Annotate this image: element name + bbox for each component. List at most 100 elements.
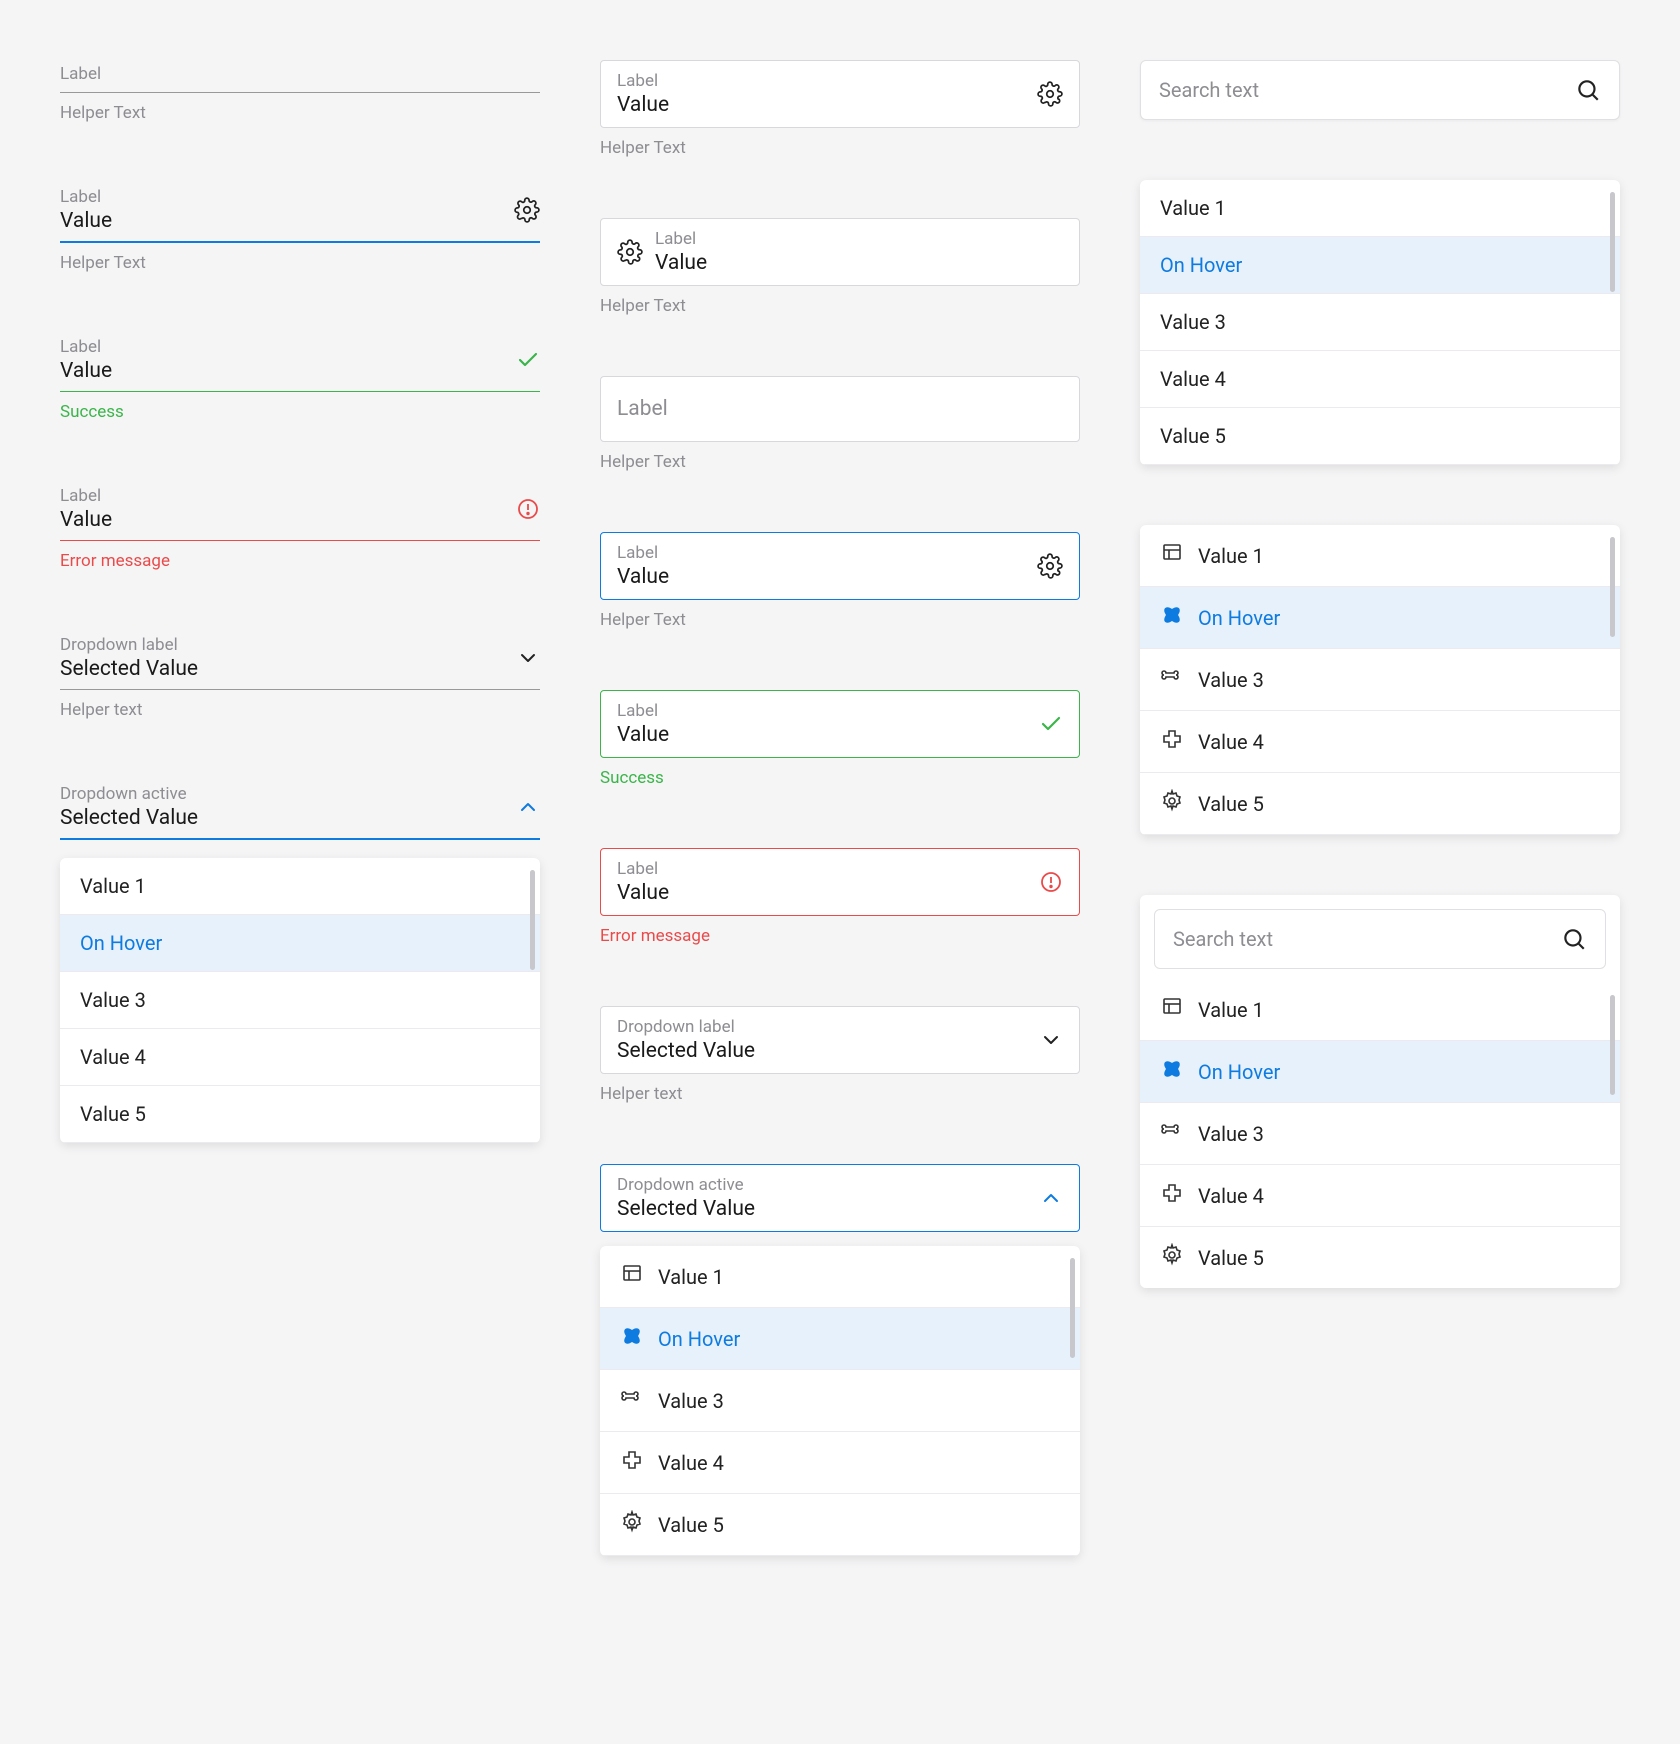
field-value: Value bbox=[617, 565, 669, 589]
layout-icon bbox=[620, 1262, 644, 1291]
search-placeholder: Search text bbox=[1159, 78, 1259, 102]
field-value: Value bbox=[60, 508, 516, 532]
layout-icon bbox=[1160, 541, 1184, 570]
scrollbar-thumb[interactable] bbox=[1610, 537, 1615, 637]
dropdown-option[interactable]: Value 5 bbox=[60, 1086, 540, 1143]
list-option[interactable]: Value 4 bbox=[1140, 1165, 1620, 1227]
chevron-up-icon bbox=[516, 795, 540, 819]
list-option[interactable]: Value 4 bbox=[1140, 351, 1620, 408]
helper-text: Error message bbox=[600, 926, 1080, 946]
options-list-icons: Value 1 On Hover Value 3 Value 4 Value 5 bbox=[1140, 525, 1620, 835]
dropdown-box-closed[interactable]: Dropdown label Selected Value Helper tex… bbox=[600, 1006, 1080, 1104]
text-field-box-success[interactable]: Label Value Success bbox=[600, 690, 1080, 788]
dropdown-label: Dropdown label bbox=[60, 635, 516, 655]
dropdown-option-hover[interactable]: On Hover bbox=[600, 1308, 1080, 1370]
field-label: Label bbox=[617, 859, 669, 879]
text-field-box-leading-icon[interactable]: Label Value Helper Text bbox=[600, 218, 1080, 316]
text-field-box-error[interactable]: Label Value Error message bbox=[600, 848, 1080, 946]
search-icon[interactable] bbox=[1575, 77, 1601, 103]
search-input[interactable]: Search text bbox=[1140, 60, 1620, 120]
field-value: Value bbox=[60, 359, 516, 383]
dropdown-option[interactable]: Value 5 bbox=[600, 1494, 1080, 1556]
list-option[interactable]: Value 1 bbox=[1140, 525, 1620, 587]
dropdown-option[interactable]: Value 4 bbox=[60, 1029, 540, 1086]
field-value: Value bbox=[617, 93, 669, 117]
dropdown-option[interactable]: Value 3 bbox=[60, 972, 540, 1029]
scrollbar-thumb[interactable] bbox=[1610, 192, 1615, 292]
helper-text: Helper Text bbox=[600, 452, 1080, 472]
list-option[interactable]: Value 5 bbox=[1140, 1227, 1620, 1288]
search-input[interactable]: Search text bbox=[1154, 909, 1606, 969]
search-placeholder: Search text bbox=[1173, 927, 1273, 951]
field-label: Label bbox=[617, 387, 668, 431]
dropdown-box-open: Dropdown active Selected Value Value 1 O… bbox=[600, 1164, 1080, 1556]
error-icon bbox=[1039, 870, 1063, 894]
field-label: Label bbox=[60, 64, 540, 84]
field-label: Label bbox=[60, 187, 514, 207]
gear-icon[interactable] bbox=[1037, 81, 1063, 107]
dropdown-option-hover[interactable]: On Hover bbox=[60, 915, 540, 972]
list-option[interactable]: Value 3 bbox=[1140, 294, 1620, 351]
list-option[interactable]: Value 3 bbox=[1140, 649, 1620, 711]
field-label: Label bbox=[60, 486, 516, 506]
field-value: Value bbox=[617, 723, 669, 747]
dropdown-option[interactable]: Value 1 bbox=[600, 1246, 1080, 1308]
gear-icon[interactable] bbox=[514, 197, 540, 223]
chevron-down-icon bbox=[516, 646, 540, 670]
dropdown-active-field[interactable]: Dropdown active Selected Value bbox=[60, 780, 540, 840]
field-label: Label bbox=[617, 543, 669, 563]
dropdown-option[interactable]: Value 3 bbox=[600, 1370, 1080, 1432]
dropdown-menu: Value 1 On Hover Value 3 Value 4 Value 5 bbox=[60, 858, 540, 1143]
helper-text: Error message bbox=[60, 551, 540, 571]
text-field-success[interactable]: Label Value Success bbox=[60, 333, 540, 422]
field-value: Value bbox=[60, 209, 514, 233]
helper-text: Helper Text bbox=[60, 103, 540, 123]
dropdown-open: Dropdown active Selected Value Value 1 O… bbox=[60, 780, 540, 1143]
field-label: Label bbox=[617, 71, 669, 91]
bone-icon bbox=[1160, 1119, 1184, 1148]
chevron-down-icon bbox=[1039, 1028, 1063, 1052]
text-field-box-focus[interactable]: Label Value Helper Text bbox=[600, 532, 1080, 630]
list-option-hover[interactable]: On Hover bbox=[1140, 1041, 1620, 1103]
gear-icon[interactable] bbox=[1037, 553, 1063, 579]
text-field-focus[interactable]: Label Value Helper Text bbox=[60, 183, 540, 273]
layout-icon bbox=[1160, 995, 1184, 1024]
list-option[interactable]: Value 1 bbox=[1140, 979, 1620, 1041]
list-option[interactable]: Value 4 bbox=[1140, 711, 1620, 773]
helper-text: Helper Text bbox=[60, 253, 540, 273]
helper-text: Success bbox=[600, 768, 1080, 788]
list-option[interactable]: Value 5 bbox=[1140, 773, 1620, 835]
dropdown-closed[interactable]: Dropdown label Selected Value Helper tex… bbox=[60, 631, 540, 720]
dropdown-active-field[interactable]: Dropdown active Selected Value bbox=[600, 1164, 1080, 1232]
search-icon[interactable] bbox=[1561, 926, 1587, 952]
dropdown-option[interactable]: Value 4 bbox=[600, 1432, 1080, 1494]
scrollbar-thumb[interactable] bbox=[530, 870, 535, 970]
list-option[interactable]: Value 5 bbox=[1140, 408, 1620, 465]
error-icon bbox=[516, 497, 540, 521]
helper-text: Helper Text bbox=[600, 138, 1080, 158]
dropdown-value: Selected Value bbox=[60, 806, 516, 830]
text-field-error[interactable]: Label Value Error message bbox=[60, 482, 540, 571]
list-option[interactable]: Value 3 bbox=[1140, 1103, 1620, 1165]
dropdown-value: Selected Value bbox=[617, 1039, 755, 1063]
check-icon bbox=[1039, 712, 1063, 736]
list-option-hover[interactable]: On Hover bbox=[1140, 237, 1620, 294]
gear-icon bbox=[1160, 1243, 1184, 1272]
list-option[interactable]: Value 1 bbox=[1140, 180, 1620, 237]
scrollbar-thumb[interactable] bbox=[1070, 1258, 1075, 1358]
text-field-default[interactable]: Label Helper Text bbox=[60, 60, 540, 123]
dropdown-label: Dropdown active bbox=[617, 1175, 755, 1195]
gear-icon bbox=[620, 1510, 644, 1539]
plus-icon bbox=[620, 1448, 644, 1477]
text-field-box-default[interactable]: Label Value Helper Text bbox=[600, 60, 1080, 158]
plus-icon bbox=[1160, 1181, 1184, 1210]
chevron-up-icon bbox=[1039, 1186, 1063, 1210]
helper-text: Helper Text bbox=[600, 610, 1080, 630]
field-value: Value bbox=[655, 251, 1063, 275]
dropdown-label: Dropdown label bbox=[617, 1017, 755, 1037]
dropdown-option[interactable]: Value 1 bbox=[60, 858, 540, 915]
dropdown-value: Selected Value bbox=[617, 1197, 755, 1221]
text-field-box-empty[interactable]: Label Helper Text bbox=[600, 376, 1080, 472]
scrollbar-thumb[interactable] bbox=[1610, 995, 1615, 1095]
list-option-hover[interactable]: On Hover bbox=[1140, 587, 1620, 649]
